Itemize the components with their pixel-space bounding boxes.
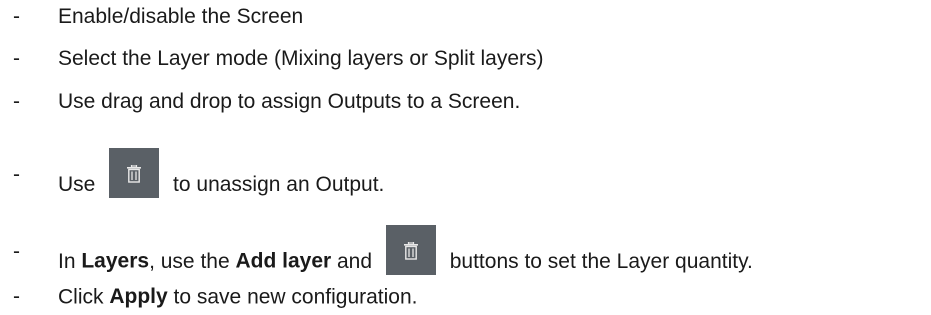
list-item: - Use drag and drop to assign Outputs to…: [0, 87, 931, 117]
item-text-after: to save new configuration.: [167, 285, 418, 309]
item-content: Use to unassign an Output.: [58, 148, 385, 210]
list-item: - Enable/disable the Screen: [0, 2, 931, 32]
bullet-dash: -: [13, 5, 20, 28]
item-text-after: buttons to set the Layer quantity.: [449, 250, 753, 273]
item-text: Select the Layer mode (Mixing layers or …: [58, 47, 544, 70]
item-text-before: Click: [58, 285, 110, 309]
item-text: Use drag and drop to assign Outputs to a…: [58, 90, 521, 113]
list-item: - Use to unassign an Output.: [0, 148, 931, 198]
add-layer-term: Add layer: [235, 249, 332, 273]
delete-button[interactable]: [385, 225, 436, 275]
list-item: - Select the Layer mode (Mixing layers o…: [0, 44, 931, 74]
trash-icon: [403, 242, 418, 260]
bullet-dash: -: [13, 285, 20, 308]
instruction-list: - Enable/disable the Screen - Select the…: [0, 0, 931, 315]
item-text-before: Use: [58, 173, 96, 196]
trash-icon: [127, 165, 142, 183]
apply-term: Apply: [109, 285, 168, 308]
item-text-mid2: and: [331, 250, 373, 273]
item-text-before: In: [58, 250, 82, 273]
bullet-dash: -: [13, 163, 20, 186]
item-content: Click Apply to save new configuration.: [58, 282, 418, 312]
bullet-dash: -: [13, 90, 20, 113]
list-item: - In Layers, use the Add layer and butto…: [0, 225, 931, 275]
layers-term: Layers: [81, 249, 150, 273]
item-text-after: to unassign an Output.: [173, 173, 385, 196]
bullet-dash: -: [13, 47, 20, 70]
bullet-dash: -: [13, 240, 20, 263]
item-text: Enable/disable the Screen: [58, 5, 304, 28]
item-text-mid: , use the: [149, 250, 236, 273]
item-content: In Layers, use the Add layer and buttons…: [58, 225, 753, 287]
list-item: - Click Apply to save new configuration.: [0, 282, 931, 312]
delete-button[interactable]: [109, 148, 160, 198]
